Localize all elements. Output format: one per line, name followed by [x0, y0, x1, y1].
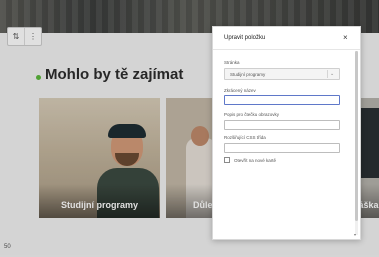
screen-reader-desc-label: Popis pro čtečku obrazovky	[224, 112, 280, 117]
dialog-header: Upravit položku ×	[213, 27, 360, 50]
new-tab-label: Otevřít na nové kartě	[234, 158, 277, 163]
dialog-scrollbar-thumb[interactable]	[355, 51, 358, 221]
screen-reader-desc-input[interactable]	[224, 120, 340, 130]
dialog-title: Upravit položku	[224, 35, 266, 41]
page-field-label: Stránka	[224, 60, 240, 65]
css-class-input[interactable]	[224, 143, 340, 153]
page-select[interactable]: Studijní programy ⌄	[224, 68, 340, 80]
select-separator	[327, 70, 328, 78]
short-name-input[interactable]	[224, 95, 340, 105]
css-class-label: Rozšiřující CSS třída	[224, 135, 266, 140]
chevron-down-icon[interactable]: ⌄	[330, 71, 334, 77]
scroll-down-icon[interactable]: ▾	[354, 232, 359, 237]
new-tab-checkbox[interactable]	[224, 157, 230, 163]
short-name-label: Zkrácený název	[224, 88, 256, 93]
close-icon[interactable]: ×	[343, 33, 348, 42]
page-select-value: Studijní programy	[230, 72, 266, 77]
edit-item-dialog: Upravit položku × ▾ Stránka Studijní pro…	[212, 26, 361, 240]
